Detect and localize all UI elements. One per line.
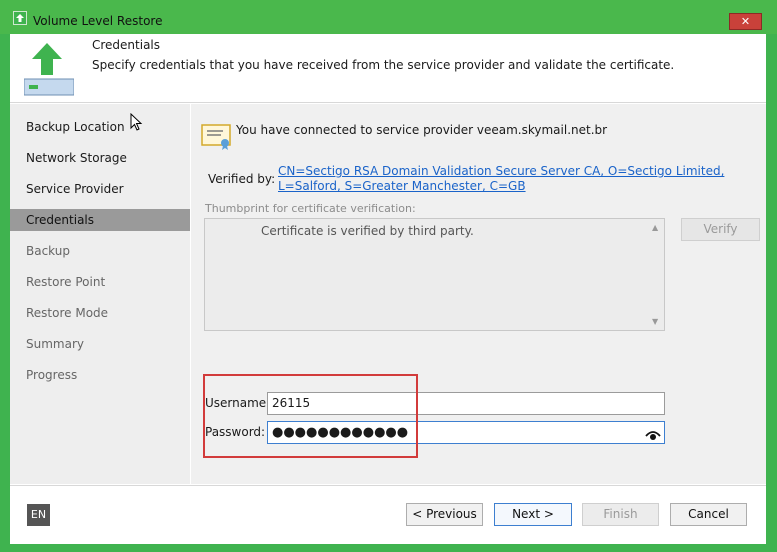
thumbprint-textarea[interactable]: Certificate is verified by third party. … — [204, 218, 665, 331]
thumbprint-scrollbar[interactable]: ▲ ▼ — [648, 219, 664, 330]
sidebar-item-progress: Progress — [26, 368, 78, 382]
wizard-header: Credentials Specify credentials that you… — [10, 34, 766, 103]
app-icon — [13, 11, 27, 25]
window-title: Volume Level Restore — [33, 14, 163, 28]
finish-button: Finish — [582, 503, 659, 526]
step-description: Specify credentials that you have receiv… — [92, 58, 675, 72]
scroll-down-icon[interactable]: ▼ — [652, 317, 658, 326]
credentials-highlight-box — [203, 374, 418, 458]
verified-by-label: Verified by: — [208, 172, 276, 186]
dialog-window: Volume Level Restore ✕ Credentials Speci… — [0, 0, 777, 552]
previous-button[interactable]: < Previous — [406, 503, 483, 526]
close-button[interactable]: ✕ — [729, 13, 762, 30]
sidebar-item-restore-point: Restore Point — [26, 275, 106, 289]
thumbprint-label: Thumbprint for certificate verification: — [205, 202, 416, 215]
next-button[interactable]: Next > — [494, 503, 572, 526]
verify-button[interactable]: Verify — [681, 218, 760, 241]
show-password-eye-icon[interactable] — [645, 427, 661, 440]
dialog-body: Credentials Specify credentials that you… — [10, 34, 766, 544]
sidebar-item-backup: Backup — [26, 244, 70, 258]
cancel-button[interactable]: Cancel — [670, 503, 747, 526]
sidebar-item-backup-location[interactable]: Backup Location — [10, 116, 190, 138]
wizard-steps-sidebar: Backup Location Network Storage Service … — [10, 104, 190, 484]
sidebar-item-summary: Summary — [26, 337, 84, 351]
certificate-icon — [201, 124, 233, 150]
scroll-up-icon[interactable]: ▲ — [652, 223, 658, 232]
certificate-issuer-link[interactable]: CN=Sectigo RSA Domain Validation Secure … — [278, 164, 738, 194]
connection-status: You have connected to service provider v… — [236, 123, 608, 137]
sidebar-item-network-storage[interactable]: Network Storage — [10, 147, 190, 169]
language-badge[interactable]: EN — [27, 504, 50, 526]
thumbprint-text: Certificate is verified by third party. — [261, 224, 474, 238]
step-title: Credentials — [92, 38, 161, 52]
restore-upload-icon — [23, 41, 75, 97]
sidebar-item-restore-mode: Restore Mode — [26, 306, 109, 320]
wizard-footer: EN < Previous Next > Finish Cancel — [10, 485, 766, 544]
sidebar-item-credentials[interactable]: Credentials — [10, 209, 190, 231]
sidebar-item-service-provider[interactable]: Service Provider — [10, 178, 190, 200]
mouse-cursor-icon — [130, 112, 144, 133]
credentials-panel: You have connected to service provider v… — [191, 104, 766, 484]
title-bar[interactable]: Volume Level Restore ✕ — [0, 0, 777, 34]
